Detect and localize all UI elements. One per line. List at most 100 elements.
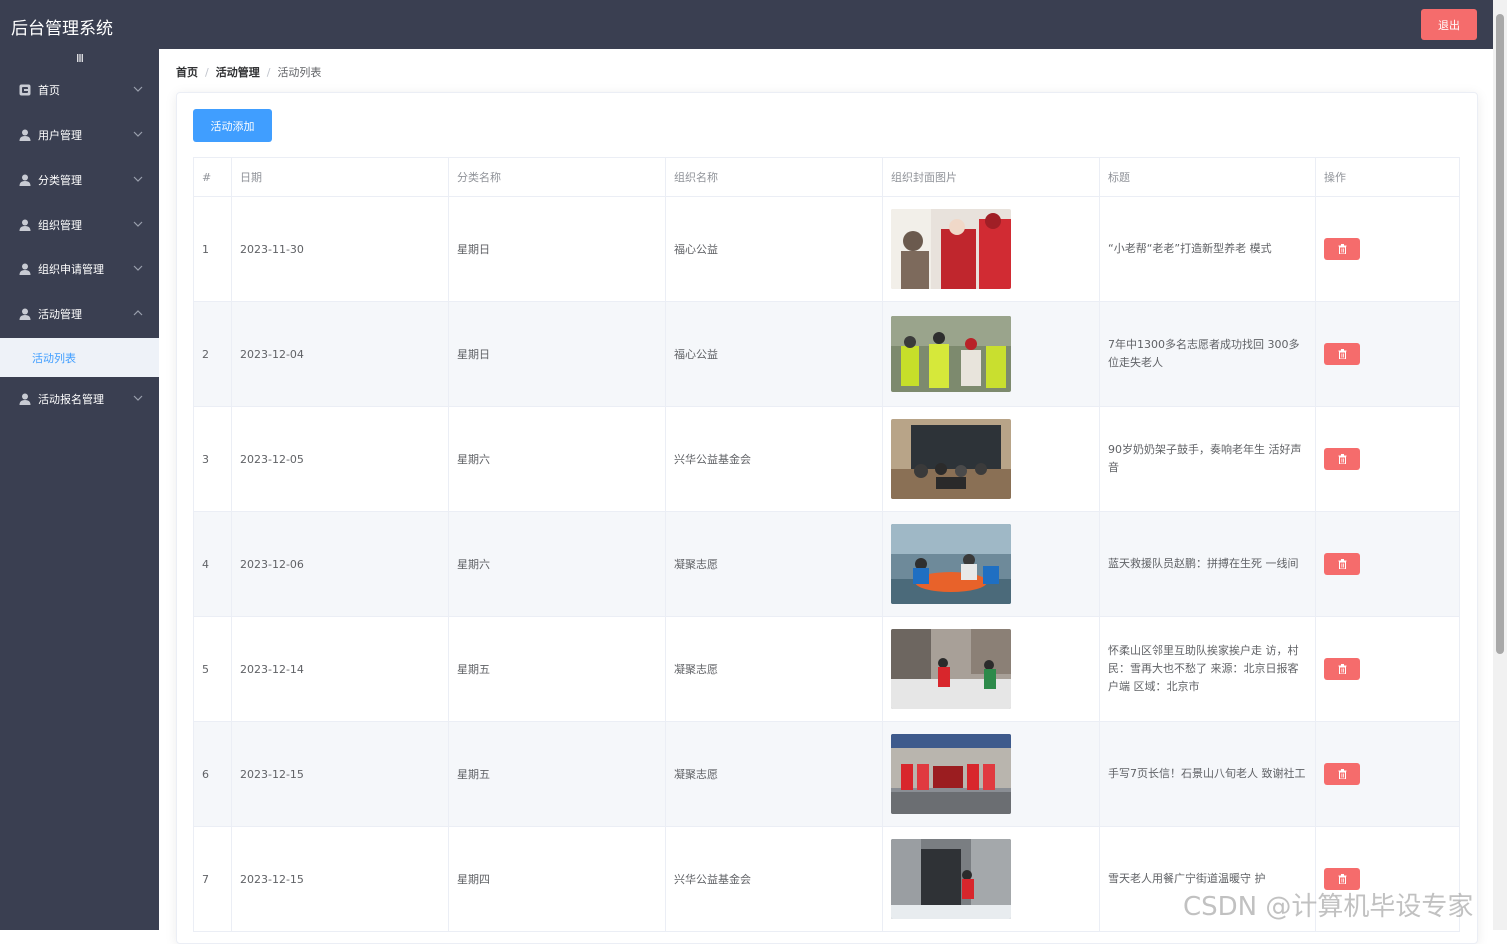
- logout-button[interactable]: 退出: [1421, 9, 1477, 40]
- sidebar-item-label: 组织管理: [38, 219, 82, 232]
- sidebar-item-activity-signups[interactable]: 活动报名管理: [0, 377, 159, 421]
- delete-button[interactable]: [1324, 238, 1360, 260]
- cell-index: 5: [194, 617, 232, 722]
- add-activity-button[interactable]: 活动添加: [193, 109, 272, 142]
- activity-title: 90岁奶奶架子鼓手，奏响老年生 活好声音: [1108, 443, 1302, 474]
- column-header-actions: 操作: [1316, 158, 1460, 197]
- sidebar-item-home[interactable]: 首页: [0, 68, 159, 112]
- cell-cover: [883, 617, 1100, 722]
- cover-image: [891, 839, 1011, 919]
- cover-image: [891, 734, 1011, 814]
- sidebar-item-label: 活动报名管理: [38, 393, 104, 406]
- chevron-down-icon: [133, 395, 143, 401]
- trash-icon: [1338, 454, 1346, 464]
- cell-category: 星期四: [449, 827, 666, 932]
- breadcrumb-separator: /: [266, 65, 271, 79]
- column-header-title: 标题: [1100, 158, 1316, 197]
- cell-actions: [1316, 302, 1460, 407]
- cell-title: 怀柔山区邻里互助队挨家挨户走 访，村民：雪再大也不愁了 来源：北京日报客户端 区…: [1100, 617, 1316, 722]
- table-row: 6 2023-12-15 星期五 凝聚志愿 手写7页长信！石景山八旬老人 致谢社…: [194, 722, 1460, 827]
- column-header-date: 日期: [232, 158, 449, 197]
- delete-button[interactable]: [1324, 763, 1360, 785]
- cell-category: 星期六: [449, 512, 666, 617]
- cell-org: 兴华公益基金会: [666, 407, 883, 512]
- trash-icon: [1338, 349, 1346, 359]
- user-icon: [19, 308, 31, 320]
- sidebar-item-activities[interactable]: 活动管理: [0, 292, 159, 336]
- cell-date: 2023-12-15: [232, 827, 449, 932]
- cell-org: 凝聚志愿: [666, 617, 883, 722]
- chevron-down-icon: [133, 131, 143, 137]
- cell-category: 星期五: [449, 617, 666, 722]
- page-scrollbar-thumb[interactable]: [1496, 14, 1504, 654]
- cell-index: 4: [194, 512, 232, 617]
- sidebar-collapse-toggle[interactable]: III: [0, 49, 159, 69]
- cell-date: 2023-12-15: [232, 722, 449, 827]
- chevron-down-icon: [133, 176, 143, 182]
- cell-actions: [1316, 407, 1460, 512]
- delete-button[interactable]: [1324, 448, 1360, 470]
- table-row: 1 2023-11-30 星期日 福心公益 “小老帮“老老”打造新型养老 模式: [194, 197, 1460, 302]
- cover-image: [891, 419, 1011, 499]
- sidebar-item-label: 组织申请管理: [38, 263, 104, 276]
- cell-title: 蓝天救援队员赵鹏：拼搏在生死 一线间: [1100, 512, 1316, 617]
- cell-org: 福心公益: [666, 302, 883, 407]
- cell-title: “小老帮“老老”打造新型养老 模式: [1100, 197, 1316, 302]
- chevron-down-icon: [133, 86, 143, 92]
- breadcrumb-current: 活动列表: [277, 66, 322, 79]
- activity-title: “小老帮“老老”打造新型养老 模式: [1108, 242, 1272, 255]
- sidebar: III 首页 用户管理 分类管理 组织管理 组织申请管理 活动管理 活动列表 活…: [0, 49, 159, 930]
- cell-actions: [1316, 617, 1460, 722]
- table-header-row: # 日期 分类名称 组织名称 组织封面图片 标题 操作: [194, 158, 1460, 197]
- breadcrumb: 首页 / 活动管理 / 活动列表: [176, 64, 321, 80]
- activity-title: 7年中1300多名志愿者成功找回 300多位走失老人: [1108, 338, 1300, 369]
- cell-actions: [1316, 197, 1460, 302]
- activity-title: 手写7页长信！石景山八旬老人 致谢社工: [1108, 767, 1306, 780]
- chevron-up-icon: [133, 310, 143, 316]
- sidebar-item-label: 分类管理: [38, 174, 82, 187]
- user-icon: [19, 263, 31, 275]
- cell-org: 凝聚志愿: [666, 512, 883, 617]
- sidebar-item-label: 用户管理: [38, 129, 82, 142]
- user-icon: [19, 129, 31, 141]
- breadcrumb-home[interactable]: 首页: [176, 64, 198, 80]
- cell-actions: [1316, 722, 1460, 827]
- breadcrumb-section[interactable]: 活动管理: [216, 64, 260, 80]
- app-title: 后台管理系统: [11, 19, 113, 39]
- chevron-down-icon: [133, 265, 143, 271]
- sidebar-item-org-applications[interactable]: 组织申请管理: [0, 247, 159, 291]
- delete-button[interactable]: [1324, 343, 1360, 365]
- sidebar-subitem-activity-list[interactable]: 活动列表: [0, 338, 159, 377]
- cell-cover: [883, 722, 1100, 827]
- sidebar-item-users[interactable]: 用户管理: [0, 113, 159, 157]
- cover-image: [891, 524, 1011, 604]
- sidebar-subitem-label: 活动列表: [32, 351, 76, 365]
- sidebar-item-label: 活动管理: [38, 308, 82, 321]
- breadcrumb-separator: /: [205, 65, 209, 79]
- table-row: 5 2023-12-14 星期五 凝聚志愿 怀柔山区邻里互助队挨家挨户走 访，村…: [194, 617, 1460, 722]
- chevron-down-icon: [133, 221, 143, 227]
- cell-cover: [883, 197, 1100, 302]
- user-icon: [19, 393, 31, 405]
- cell-index: 6: [194, 722, 232, 827]
- sidebar-item-categories[interactable]: 分类管理: [0, 158, 159, 202]
- cell-date: 2023-12-05: [232, 407, 449, 512]
- top-header: 后台管理系统 退出: [0, 0, 1507, 49]
- cell-index: 1: [194, 197, 232, 302]
- cover-image: [891, 316, 1011, 392]
- sidebar-item-label: 首页: [38, 84, 60, 97]
- cell-date: 2023-12-04: [232, 302, 449, 407]
- sidebar-item-organizations[interactable]: 组织管理: [0, 203, 159, 247]
- trash-icon: [1338, 769, 1346, 779]
- activity-title: 蓝天救援队员赵鹏：拼搏在生死 一线间: [1108, 557, 1299, 570]
- trash-icon: [1338, 664, 1346, 674]
- cell-category: 星期日: [449, 197, 666, 302]
- cover-image: [891, 209, 1011, 289]
- trash-icon: [1338, 244, 1346, 254]
- activity-table: # 日期 分类名称 组织名称 组织封面图片 标题 操作 1 2023-11-30…: [193, 157, 1460, 932]
- csdn-watermark: CSDN @计算机毕设专家: [1183, 892, 1474, 922]
- delete-button[interactable]: [1324, 553, 1360, 575]
- delete-button[interactable]: [1324, 658, 1360, 680]
- cell-index: 7: [194, 827, 232, 932]
- table-row: 4 2023-12-06 星期六 凝聚志愿 蓝天救援队员赵鹏：拼搏在生死 一线间: [194, 512, 1460, 617]
